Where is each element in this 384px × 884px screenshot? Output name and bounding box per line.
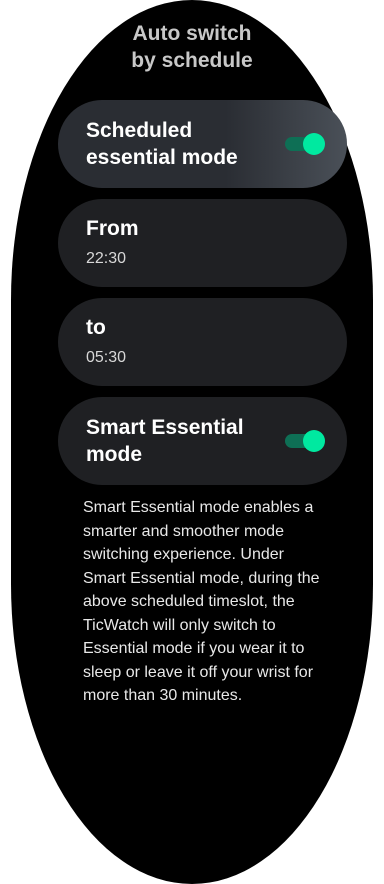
from-time-value: 22:30	[86, 250, 127, 267]
scheduled-essential-mode-label: Scheduled essential mode	[86, 119, 238, 169]
to-time-value: 05:30	[86, 349, 127, 366]
toggle-knob	[303, 133, 325, 155]
page-title: Auto switch by schedule	[131, 22, 253, 72]
from-time-row[interactable]: From 22:30	[58, 199, 347, 287]
toggle-knob	[303, 430, 325, 452]
smart-essential-description: Smart Essential mode enables a smarter a…	[83, 499, 320, 704]
to-label: to	[86, 316, 106, 339]
from-label: From	[86, 217, 139, 240]
smart-essential-mode-label: Smart Essential mode	[86, 416, 244, 466]
smart-essential-mode-switch[interactable]	[285, 430, 325, 452]
scheduled-essential-mode-switch[interactable]	[285, 133, 325, 155]
to-time-row[interactable]: to 05:30	[58, 298, 347, 386]
smart-essential-mode-toggle-row[interactable]: Smart Essential mode	[58, 397, 347, 485]
scheduled-essential-mode-toggle-row[interactable]: Scheduled essential mode	[58, 100, 347, 188]
